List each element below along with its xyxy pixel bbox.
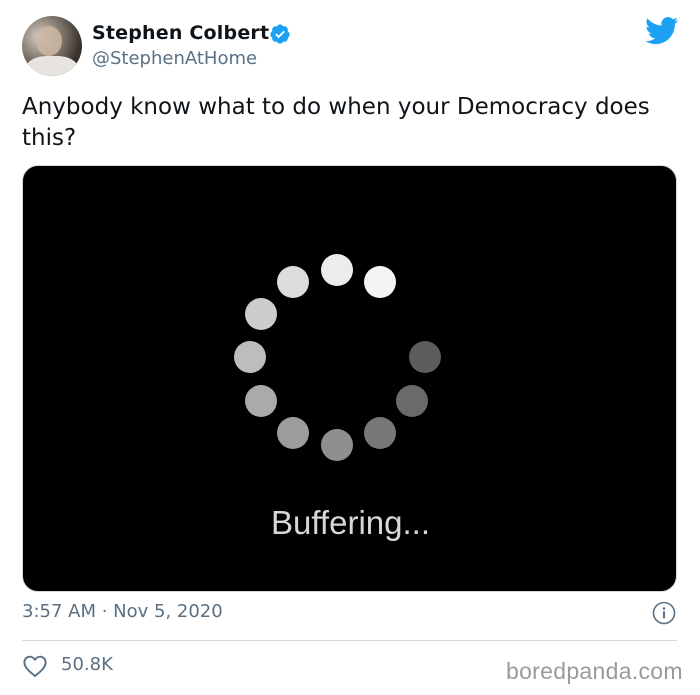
avatar[interactable]: [22, 16, 82, 76]
tweet-text: Anybody know what to do when your Democr…: [22, 94, 650, 151]
spinner-dot: [364, 417, 396, 449]
tweet-media[interactable]: Buffering...: [22, 165, 677, 592]
spinner-dot: [245, 298, 277, 330]
info-icon[interactable]: [652, 601, 676, 625]
spinner-dot: [409, 341, 441, 373]
spinner-dot: [364, 266, 396, 298]
spinner-dot: [245, 385, 277, 417]
divider: [22, 640, 677, 641]
display-name[interactable]: Stephen Colbert: [92, 22, 269, 44]
verified-badge-icon: [270, 24, 290, 44]
spinner-dot: [277, 266, 309, 298]
watermark: boredpanda.com: [506, 658, 683, 684]
spinner-dot: [277, 417, 309, 449]
tweet-card: Stephen Colbert @StephenAtHome Anybody k…: [0, 0, 700, 695]
heart-icon[interactable]: [22, 654, 48, 678]
spinner-dot: [321, 429, 353, 461]
buffering-label: Buffering...: [271, 504, 430, 541]
spinner-dot: [396, 385, 428, 417]
twitter-bird-icon[interactable]: [645, 17, 679, 45]
avatar-face: [36, 26, 62, 56]
handle[interactable]: @StephenAtHome: [92, 48, 257, 69]
spinner-dot: [321, 254, 353, 286]
timestamp[interactable]: 3:57 AM · Nov 5, 2020: [22, 601, 223, 622]
spinner-dot: [234, 341, 266, 373]
like-count[interactable]: 50.8K: [61, 654, 113, 675]
avatar-shirt: [26, 56, 78, 76]
